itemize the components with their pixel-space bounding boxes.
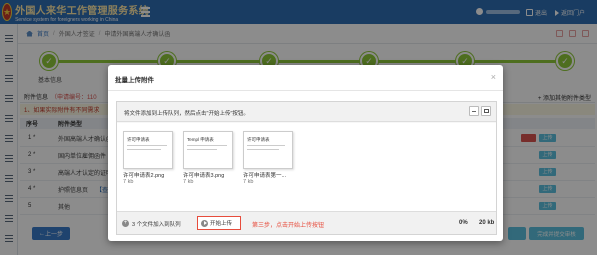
batch-upload-modal: 批量上传附件 × 将文件添加到上传队列，然后点击"开始上传"按钮。 许可申请表 …: [108, 65, 503, 241]
modal-title: 批量上传附件: [115, 77, 154, 84]
view-toggle: [469, 106, 491, 116]
file-size: 7 kb: [183, 179, 194, 185]
file-name: 许可申请表3.png: [183, 173, 225, 179]
uploader-header: 将文件添加到上传队列，然后点击"开始上传"按钮。: [117, 102, 496, 122]
file-name: 许可申请表第一...: [243, 173, 287, 179]
file-queue: 许可申请表 许可申请表2.png 7 kb Templ 申请表 许可申请表3.p…: [117, 123, 496, 211]
file-thumbnail: 许可申请表: [123, 131, 173, 169]
file-size: 7 kb: [243, 179, 254, 185]
uploader: 将文件添加到上传队列，然后点击"开始上传"按钮。 许可申请表 许可申请表2.pn…: [116, 101, 497, 235]
uploader-hint: 将文件添加到上传队列，然后点击"开始上传"按钮。: [124, 111, 249, 117]
add-files-button[interactable]: + 3 个文件加入到队列: [122, 218, 181, 229]
queue-count-label: 3 个文件加入到队列: [132, 221, 181, 228]
play-icon: [201, 219, 208, 227]
file-name: 许可申请表2.png: [123, 173, 165, 179]
uploader-footer: + 3 个文件加入到队列 开始上传 第三步，点击开始上传按钮 0% 20 kb: [117, 211, 496, 234]
plus-icon: +: [122, 220, 129, 227]
file-thumbnail: 许可申请表: [243, 131, 293, 169]
instruction-annotation: 第三步，点击开始上传按钮: [252, 223, 325, 229]
file-thumbnail: Templ 申请表: [183, 131, 233, 169]
file-item[interactable]: 许可申请表 许可申请表2.png 7 kb: [123, 131, 173, 185]
file-item[interactable]: 许可申请表 许可申请表第一... 7 kb: [243, 131, 293, 185]
start-upload-button[interactable]: 开始上传: [197, 216, 241, 230]
close-icon[interactable]: ×: [491, 72, 496, 82]
list-view-icon[interactable]: [469, 106, 479, 116]
file-size: 7 kb: [123, 179, 134, 185]
thumbnail-view-icon[interactable]: [481, 106, 491, 116]
total-size: 20 kb: [479, 220, 495, 226]
upload-percent: 0%: [459, 220, 468, 226]
file-item[interactable]: Templ 申请表 许可申请表3.png 7 kb: [183, 131, 233, 185]
modal-header: 批量上传附件 ×: [108, 65, 503, 91]
